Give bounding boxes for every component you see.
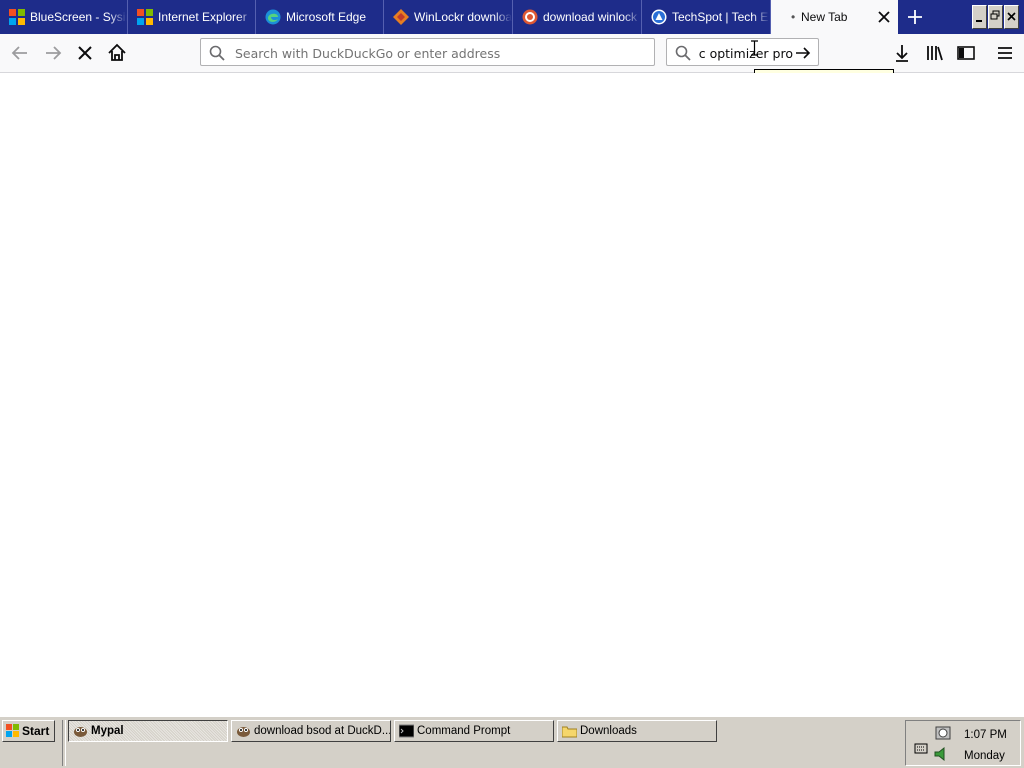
- address-bar[interactable]: [200, 38, 655, 67]
- clock-time: 1:07 PM: [964, 729, 1007, 741]
- mypal-icon: [74, 727, 87, 737]
- tab-new-tab[interactable]: • New Tab: [771, 0, 898, 34]
- tab-microsoft-edge[interactable]: Microsoft Edge: [256, 0, 384, 34]
- taskbar-item-duckduckgo[interactable]: download bsod at DuckD...: [231, 720, 391, 742]
- taskbar-item-label: download bsod at DuckD...: [254, 725, 391, 737]
- winlockr-icon: [393, 9, 409, 25]
- tab-bluescreen[interactable]: BlueScreen - Sysin: [0, 0, 128, 34]
- taskbar-item-downloads[interactable]: Downloads: [557, 720, 717, 742]
- taskbar-item-mypal[interactable]: Mypal: [68, 720, 228, 742]
- close-tab-icon[interactable]: [876, 9, 892, 25]
- search-input[interactable]: [697, 39, 795, 67]
- tab-techspot[interactable]: TechSpot | Tech E: [642, 0, 771, 34]
- taskbar-item-command-prompt[interactable]: Command Prompt: [394, 720, 554, 742]
- minimize-button[interactable]: [972, 5, 987, 29]
- search-bar[interactable]: [666, 38, 819, 67]
- search-icon: [209, 45, 225, 61]
- home-button[interactable]: [103, 39, 131, 67]
- volume-icon[interactable]: [933, 746, 951, 762]
- sidebar-button[interactable]: [952, 39, 980, 67]
- restore-icon: [990, 10, 1000, 20]
- taskbar-item-label: Command Prompt: [417, 725, 511, 737]
- tab-loading-dot: •: [791, 10, 796, 24]
- taskbar-separator: [62, 720, 66, 766]
- tab-label: New Tab: [801, 10, 848, 24]
- windows-flag-icon: [6, 724, 19, 737]
- clock-day: Monday: [964, 750, 1005, 762]
- taskbar-item-label: Mypal: [91, 725, 124, 737]
- library-button[interactable]: [920, 39, 948, 67]
- network-icon[interactable]: [933, 725, 953, 743]
- taskbar: Start Mypal download bsod at DuckD... Co…: [0, 716, 1024, 768]
- cmd-icon: [399, 724, 414, 738]
- search-icon: [675, 45, 691, 61]
- keyboard-icon[interactable]: [914, 741, 928, 755]
- techspot-icon: [651, 9, 667, 25]
- close-icon: [1007, 12, 1016, 21]
- close-window-button[interactable]: [1004, 5, 1019, 29]
- menu-button[interactable]: [991, 39, 1019, 67]
- edge-icon: [265, 9, 281, 25]
- tab-winlockr[interactable]: WinLockr downloa: [384, 0, 513, 34]
- minimize-icon: [976, 20, 982, 22]
- tab-strip: BlueScreen - Sysin Internet Explorer Mic…: [0, 0, 1024, 34]
- go-arrow-icon[interactable]: [795, 45, 811, 61]
- windows-logo-icon: [137, 9, 153, 25]
- mypal-icon: [237, 727, 250, 737]
- address-input[interactable]: [233, 39, 647, 67]
- page-content: [0, 73, 1024, 716]
- forward-button[interactable]: [39, 39, 67, 67]
- downloads-button[interactable]: [888, 39, 916, 67]
- stop-button[interactable]: [71, 39, 99, 67]
- start-label: Start: [22, 724, 50, 738]
- tab-internet-explorer[interactable]: Internet Explorer: [128, 0, 256, 34]
- folder-icon: [562, 726, 577, 738]
- system-tray: 1:07 PM Monday: [905, 720, 1021, 766]
- taskbar-item-label: Downloads: [580, 725, 637, 737]
- new-tab-button[interactable]: [898, 0, 932, 34]
- text-cursor-icon: [751, 40, 758, 56]
- tab-download-winlockr[interactable]: download winlock: [513, 0, 642, 34]
- restore-button[interactable]: [988, 5, 1003, 29]
- windows-logo-icon: [9, 9, 25, 25]
- tab-label: Microsoft Edge: [286, 10, 367, 24]
- duckduckgo-icon: [522, 9, 538, 25]
- start-button[interactable]: Start: [2, 720, 55, 742]
- nav-toolbar: [0, 34, 1024, 73]
- back-button[interactable]: [6, 39, 34, 67]
- tab-label: Internet Explorer: [158, 10, 247, 24]
